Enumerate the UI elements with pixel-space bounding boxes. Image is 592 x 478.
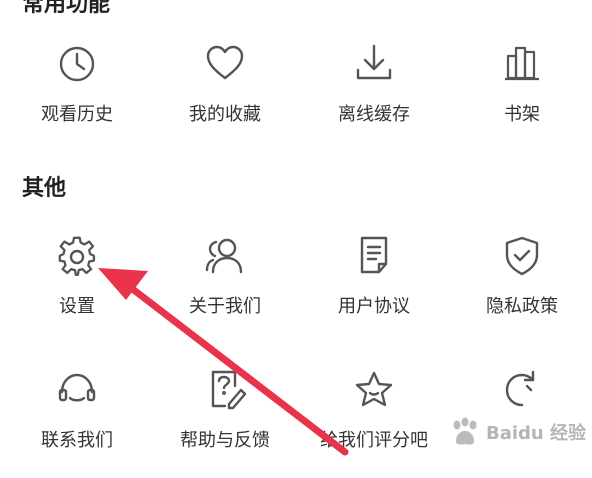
paw-logo-icon [453,417,477,445]
clock-icon [55,42,99,86]
section-title-common: 常用功能 [22,0,111,17]
baidu-watermark: Baidu 经验 [448,412,588,452]
menu-item-contact-us[interactable]: 联系我们 [3,368,151,478]
menu-item-label: 用户协议 [338,296,410,317]
help-edit-icon [203,368,247,412]
headset-icon [55,368,99,412]
menu-item-about-us[interactable]: 关于我们 [151,234,299,344]
menu-item-label: 设置 [59,296,95,317]
gear-icon [55,234,99,278]
menu-item-rate-us[interactable]: 给我们评分吧 [300,368,448,478]
bookshelf-icon [500,42,544,86]
menu-item-label: 帮助与反馈 [180,430,270,451]
star-icon [352,368,396,412]
users-icon [203,234,247,278]
menu-item-bookshelf[interactable]: 书架 [448,42,592,152]
menu-item-label: 给我们评分吧 [320,430,428,451]
menu-item-label: 书架 [504,104,540,125]
refresh-icon [500,368,544,412]
menu-item-help-feedback[interactable]: 帮助与反馈 [151,368,299,478]
download-icon [352,42,396,86]
menu-item-user-agreement[interactable]: 用户协议 [300,234,448,344]
menu-item-label: 我的收藏 [189,104,261,125]
section-title-other: 其他 [22,176,67,201]
menu-item-label: 观看历史 [41,104,113,125]
menu-item-label: 隐私政策 [486,296,558,317]
menu-item-label: 离线缓存 [338,104,410,125]
menu-item-settings[interactable]: 设置 [3,234,151,344]
menu-item-my-favorites[interactable]: 我的收藏 [151,42,299,152]
watermark-text: Baidu 经验 [486,423,587,444]
heart-icon [203,42,247,86]
menu-item-label: 联系我们 [41,430,113,451]
menu-item-label: 关于我们 [189,296,261,317]
menu-item-privacy-policy[interactable]: 隐私政策 [448,234,592,344]
menu-item-offline-cache[interactable]: 离线缓存 [300,42,448,152]
shield-check-icon [500,234,544,278]
document-icon [352,234,396,278]
menu-item-watch-history[interactable]: 观看历史 [3,42,151,152]
